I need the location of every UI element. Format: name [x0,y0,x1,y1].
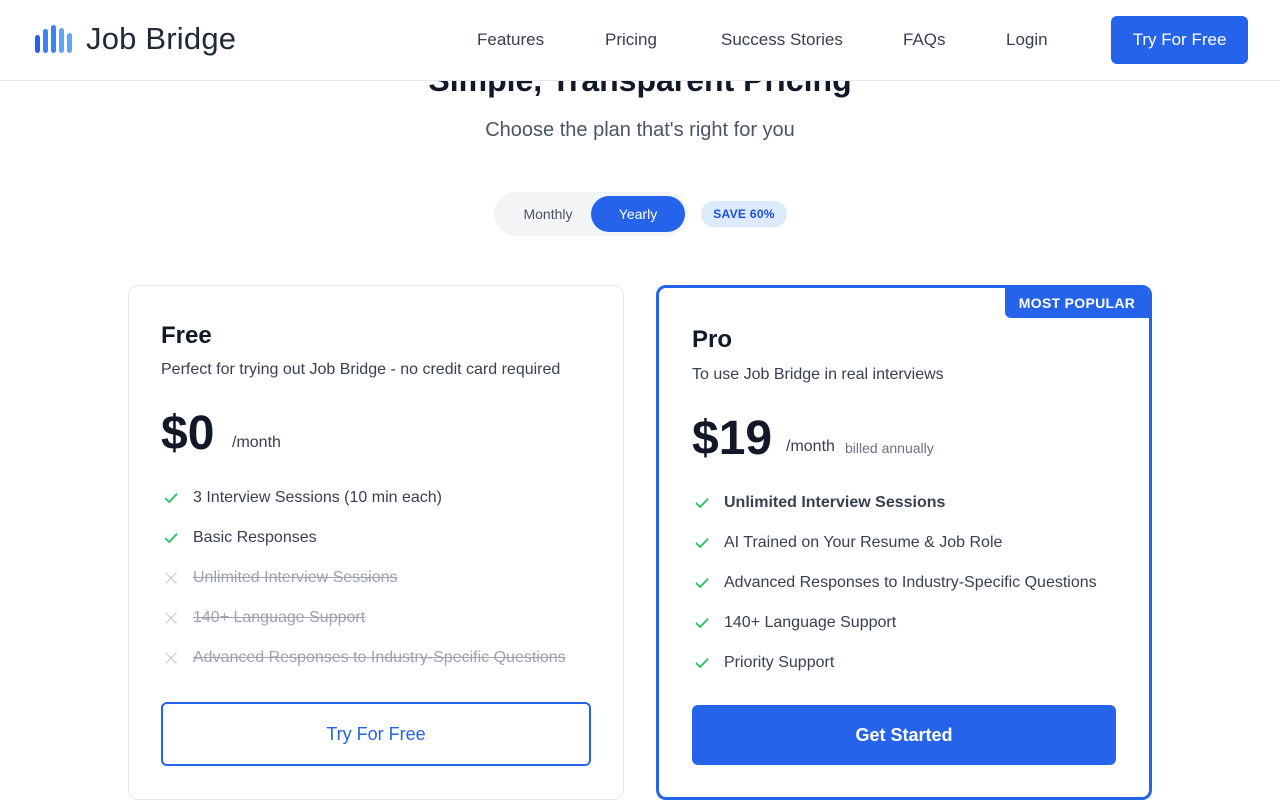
feature-item: Unlimited Interview Sessions [692,493,945,513]
feature-text: Unlimited Interview Sessions [193,569,398,586]
get-started-button[interactable]: Get Started [692,705,1116,765]
feature-item: 3 Interview Sessions (10 min each) [161,488,442,508]
nav-pricing[interactable]: Pricing [605,30,657,50]
page-subtitle: Choose the plan that's right for you [485,119,795,141]
plan-description: To use Job Bridge in real interviews [692,366,944,383]
plan-description: Perfect for trying out Job Bridge - no c… [161,361,561,378]
x-icon [161,608,181,628]
try-for-free-button[interactable]: Try For Free [161,702,591,766]
feature-item: Advanced Responses to Industry-Specific … [692,573,1097,593]
plan-name: Free [161,322,212,349]
toggle-monthly[interactable]: Monthly [502,196,594,232]
feature-text: Advanced Responses to Industry-Specific … [724,574,1097,591]
x-icon [161,648,181,668]
check-icon [692,493,712,513]
toggle-yearly[interactable]: Yearly [591,196,685,232]
feature-item-excluded: 140+ Language Support [161,608,365,628]
feature-text: Basic Responses [193,529,317,546]
feature-text: 3 Interview Sessions (10 min each) [193,489,442,506]
pro-plan-card: MOST POPULAR Pro To use Job Bridge in re… [656,285,1152,800]
x-icon [161,568,181,588]
feature-text: 140+ Language Support [193,609,366,626]
plan-period: /month [786,438,835,455]
plan-period: /month [232,434,281,451]
check-icon [692,573,712,593]
nav-features[interactable]: Features [477,30,544,50]
nav-faqs[interactable]: FAQs [903,30,946,50]
feature-item: 140+ Language Support [692,613,896,633]
check-icon [692,653,712,673]
feature-item-excluded: Advanced Responses to Industry-Specific … [161,648,566,668]
feature-item: Basic Responses [161,528,317,548]
feature-text: Unlimited Interview Sessions [724,494,946,511]
plan-price: $0 [161,407,215,460]
bar-chart-logo-icon [35,25,72,53]
feature-text: Advanced Responses to Industry-Specific … [193,649,566,666]
feature-text: Priority Support [724,654,835,671]
nav-success-stories[interactable]: Success Stories [721,30,843,50]
feature-item: AI Trained on Your Resume & Job Role [692,533,1002,553]
billing-note: billed annually [845,440,934,456]
header-try-free-button[interactable]: Try For Free [1111,16,1248,64]
most-popular-badge: MOST POPULAR [1005,288,1149,318]
site-header: Job Bridge Features Pricing Success Stor… [0,0,1280,81]
billing-toggle: Monthly Yearly [494,192,688,236]
nav-login[interactable]: Login [1006,30,1048,50]
free-plan-card: Free Perfect for trying out Job Bridge -… [128,285,624,800]
check-icon [692,613,712,633]
feature-text: AI Trained on Your Resume & Job Role [724,534,1003,551]
check-icon [692,533,712,553]
plan-name: Pro [692,326,733,353]
save-badge: SAVE 60% [701,201,787,227]
feature-item-excluded: Unlimited Interview Sessions [161,568,398,588]
check-icon [161,488,181,508]
logo[interactable]: Job Bridge [34,21,236,57]
feature-text: 140+ Language Support [724,614,897,631]
brand-name: Job Bridge [86,21,237,56]
plan-price: $19 [692,412,773,465]
check-icon [161,528,181,548]
feature-item: Priority Support [692,653,834,673]
